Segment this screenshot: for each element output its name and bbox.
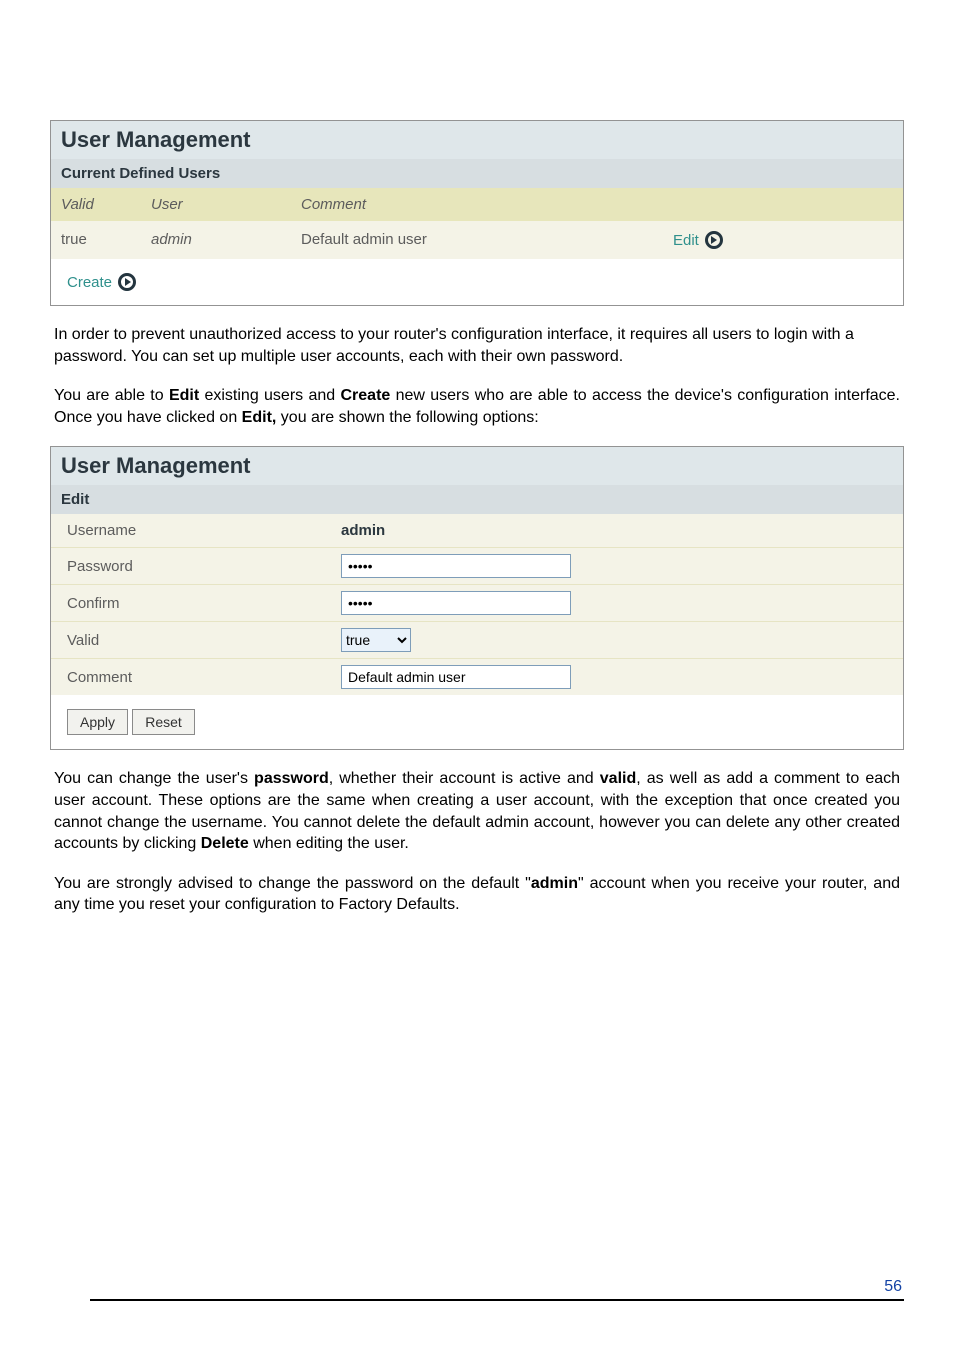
arrow-circle-icon <box>118 273 136 291</box>
create-label: Create <box>67 274 112 291</box>
table-header-row: Valid User Comment <box>51 188 903 221</box>
paragraph-advice: You are strongly advised to change the p… <box>54 873 900 916</box>
cell-valid: true <box>51 221 141 259</box>
form-row-password: Password <box>51 547 903 584</box>
form-row-valid: Valid true false <box>51 621 903 658</box>
valid-select[interactable]: true false <box>341 628 411 652</box>
section-header: Edit <box>51 485 903 514</box>
section-header: Current Defined Users <box>51 159 903 188</box>
panel-title: User Management <box>51 447 903 485</box>
reset-button[interactable]: Reset <box>132 709 195 735</box>
label-password: Password <box>51 550 331 583</box>
cell-comment: Default admin user <box>291 221 663 259</box>
col-spacer <box>773 188 903 221</box>
form-row-confirm: Confirm <box>51 584 903 621</box>
col-edit-blank <box>663 188 773 221</box>
footer-divider <box>90 1299 904 1301</box>
button-row: Apply Reset <box>51 695 903 749</box>
edit-user-panel: User Management Edit Username admin Pass… <box>50 446 904 750</box>
label-confirm: Confirm <box>51 587 331 620</box>
form-row-username: Username admin <box>51 514 903 547</box>
label-valid: Valid <box>51 624 331 657</box>
comment-field[interactable] <box>341 665 571 689</box>
edit-button[interactable]: Edit <box>673 231 723 249</box>
label-username: Username <box>51 514 331 547</box>
col-comment: Comment <box>291 188 663 221</box>
table-row: true admin Default admin user Edit <box>51 221 903 259</box>
page-number: 56 <box>884 1278 902 1296</box>
cell-user: admin <box>141 221 291 259</box>
paragraph-password-note: You can change the user's password, whet… <box>54 768 900 854</box>
current-users-panel: User Management Current Defined Users Va… <box>50 120 904 306</box>
apply-button[interactable]: Apply <box>67 709 128 735</box>
value-username: admin <box>331 516 903 545</box>
col-valid: Valid <box>51 188 141 221</box>
arrow-circle-icon <box>705 231 723 249</box>
col-user: User <box>141 188 291 221</box>
panel-title: User Management <box>51 121 903 159</box>
edit-label: Edit <box>673 232 699 249</box>
create-button[interactable]: Create <box>67 273 136 291</box>
label-comment: Comment <box>51 661 331 694</box>
paragraph-edit-create: You are able to Edit existing users and … <box>54 385 900 428</box>
form-row-comment: Comment <box>51 658 903 695</box>
password-field[interactable] <box>341 554 571 578</box>
paragraph-intro: In order to prevent unauthorized access … <box>54 324 900 367</box>
confirm-field[interactable] <box>341 591 571 615</box>
